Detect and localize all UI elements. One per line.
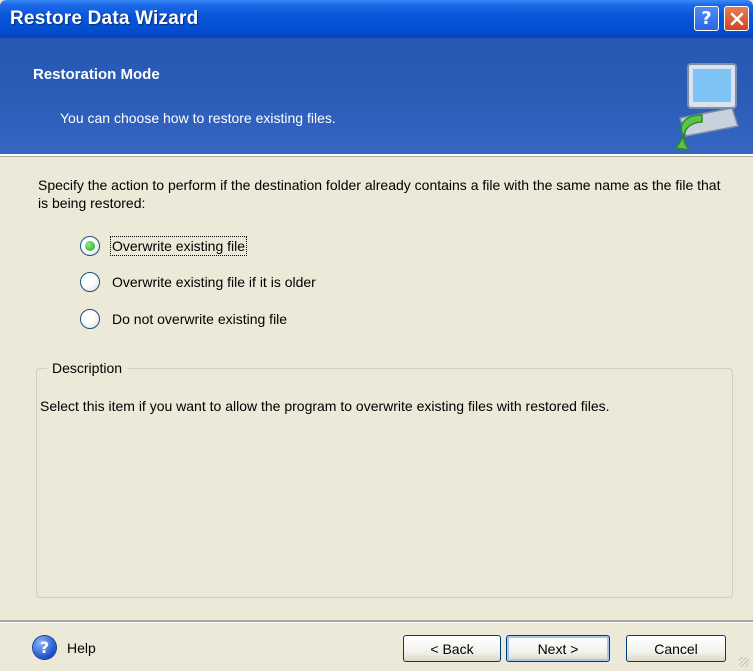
title-close-button[interactable] [724, 6, 749, 31]
header-divider [0, 154, 753, 157]
step-title: Restoration Mode [33, 66, 160, 83]
step-subtitle: You can choose how to restore existing f… [60, 110, 336, 126]
option-label[interactable]: Overwrite existing file [109, 236, 248, 256]
option-overwrite-existing[interactable]: Overwrite existing file [80, 234, 248, 258]
question-mark-icon: ? [701, 8, 712, 29]
option-label[interactable]: Do not overwrite existing file [112, 311, 287, 327]
help-link[interactable]: Help [67, 640, 96, 656]
help-glyph: ? [39, 638, 50, 657]
option-label[interactable]: Overwrite existing file if it is older [112, 274, 316, 290]
help-icon[interactable]: ? [33, 636, 56, 659]
footer-separator [0, 620, 753, 623]
radio-selected[interactable] [80, 236, 100, 256]
instruction-text: Specify the action to perform if the des… [38, 177, 721, 211]
back-button[interactable]: < Back [403, 635, 501, 662]
wizard-header: Restoration Mode You can choose how to r… [0, 38, 753, 154]
option-overwrite-if-older[interactable]: Overwrite existing file if it is older [80, 270, 316, 294]
title-bar[interactable]: Restore Data Wizard ? [0, 0, 753, 38]
computer-restore-arrow-icon [674, 63, 739, 150]
cancel-button[interactable]: Cancel [626, 635, 726, 662]
next-button[interactable]: Next > [506, 635, 610, 662]
description-text: Select this item if you want to allow th… [40, 398, 610, 414]
wizard-window: Restore Data Wizard ? Restoration Mode Y… [0, 0, 753, 671]
description-legend: Description [47, 360, 128, 376]
option-do-not-overwrite[interactable]: Do not overwrite existing file [80, 307, 287, 331]
resize-grip[interactable] [739, 657, 749, 667]
window-title: Restore Data Wizard [10, 8, 199, 29]
radio-unselected[interactable] [80, 309, 100, 329]
radio-unselected[interactable] [80, 272, 100, 292]
radio-dot [85, 241, 95, 251]
title-help-button[interactable]: ? [694, 6, 719, 31]
close-x-icon [730, 12, 743, 25]
